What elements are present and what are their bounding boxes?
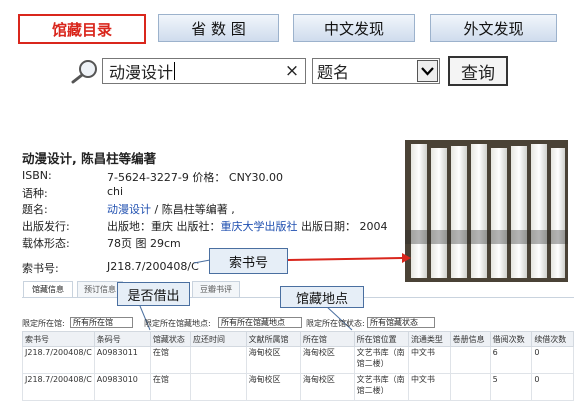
table-row: J218.7/200408/C A0983010 在馆 海甸校区 海甸校区 文艺… [22,373,574,401]
filter-building-label: 限定所在馆: [306,319,349,328]
holdings-table: 索书号 条码号 馆藏状态 应还时间 文献所属馆 所在馆 所在馆位置 流通类型 卷… [22,331,574,401]
tab-review[interactable]: 豆瓣书评 [192,281,240,297]
col-call-number: 索书号 [22,331,95,347]
col-owning-library: 文献所属馆 [245,331,301,347]
filter-location-select[interactable]: 所有所在馆藏地点 [218,317,302,328]
col-current-library: 所在馆 [299,331,355,347]
col-due-date: 应还时间 [189,331,247,347]
filter-library-select[interactable]: 所有所在馆 [70,317,133,328]
col-shelf-location: 所在馆位置 [353,331,409,347]
callout-call-number: 索书号 [209,248,288,274]
filter-library-label: 限定所在馆: [22,319,65,328]
filter-location-label: 限定所在馆藏地点: [144,319,211,328]
col-renew-count: 续借次数 [531,331,574,347]
col-status: 馆藏状态 [149,331,191,347]
callout-location: 馆藏地点 [280,286,364,308]
col-barcode: 条码号 [93,331,151,347]
col-borrow-count: 借阅次数 [489,331,533,347]
table-header-row: 索书号 条码号 馆藏状态 应还时间 文献所属馆 所在馆 所在馆位置 流通类型 卷… [22,331,574,347]
col-circulation-type: 流通类型 [407,331,451,347]
tab-holdings-info[interactable]: 馆藏信息 [23,281,73,297]
col-volume-info: 卷册信息 [449,331,491,347]
callout-borrowed: 是否借出 [117,282,190,306]
filter-status-label: 状态: [346,319,365,328]
table-row: J218.7/200408/C A0983011 在馆 海甸校区 海甸校区 文艺… [22,346,574,374]
filter-status-select[interactable]: 所有馆藏状态 [367,317,435,328]
